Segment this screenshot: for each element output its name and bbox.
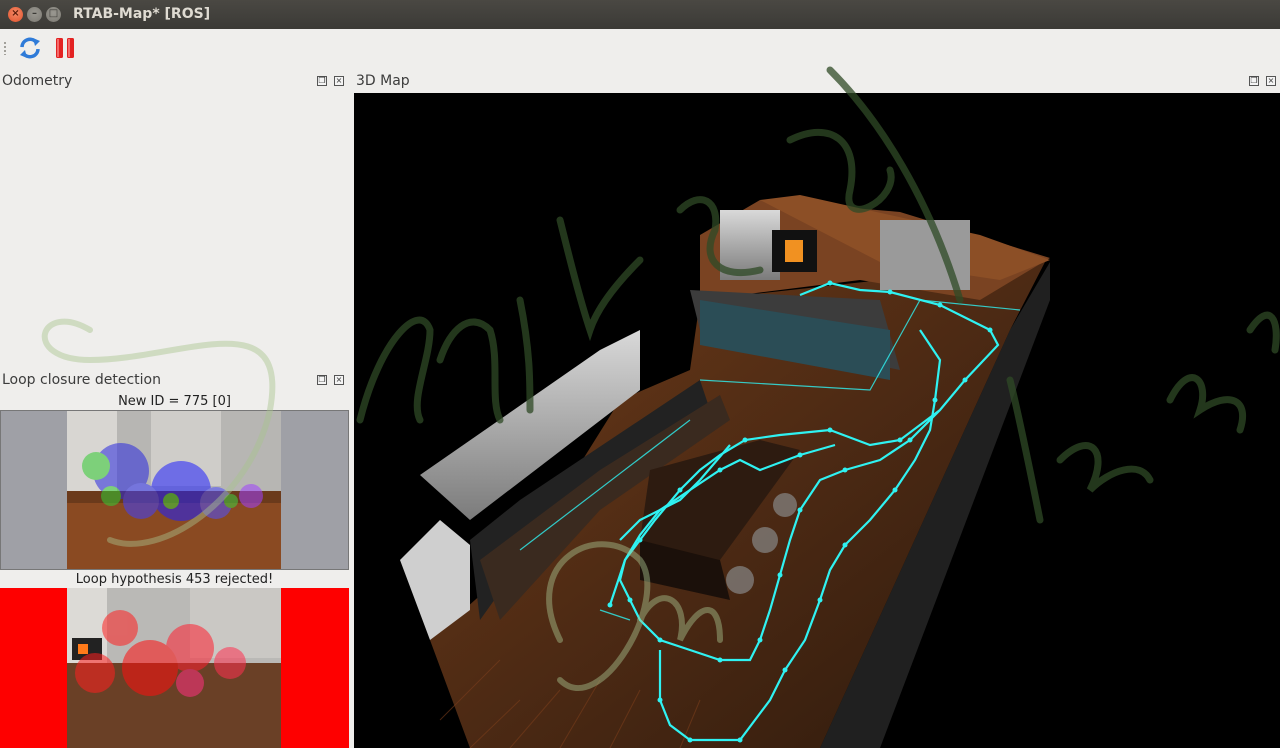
odometry-float-button[interactable]: ❐ [317,76,327,86]
current-frame-image [0,410,349,570]
map-float-button[interactable]: ❐ [1249,76,1259,86]
window-maximize-button[interactable]: □ [46,7,61,22]
refresh-icon [20,37,40,59]
new-id-label: New ID = 775 [0] [118,394,231,409]
map-dock-title: 3D Map [356,73,410,89]
odometry-close-button[interactable]: × [334,76,344,86]
odometry-dock-title: Odometry [2,73,73,89]
loop-hypothesis-image [0,588,349,748]
map-close-button[interactable]: × [1266,76,1276,86]
window-title: RTAB-Map* [ROS] [73,6,211,22]
pause-icon [56,38,74,58]
refresh-button[interactable] [17,35,43,61]
loop-float-button[interactable]: ❐ [317,375,327,385]
odometry-view[interactable] [0,93,349,369]
loop-hypothesis-status: Loop hypothesis 453 rejected! [75,572,274,587]
toolbar-grip-handle[interactable] [3,41,7,55]
3d-map-view[interactable] [354,93,1280,748]
pause-button[interactable] [52,35,78,61]
window-close-button[interactable]: × [8,7,23,22]
main-toolbar [0,29,1280,69]
window-titlebar: × – □ RTAB-Map* [ROS] [0,0,1280,29]
window-minimize-button[interactable]: – [27,7,42,22]
loop-close-button[interactable]: × [334,375,344,385]
loop-dock-title: Loop closure detection [2,372,161,388]
